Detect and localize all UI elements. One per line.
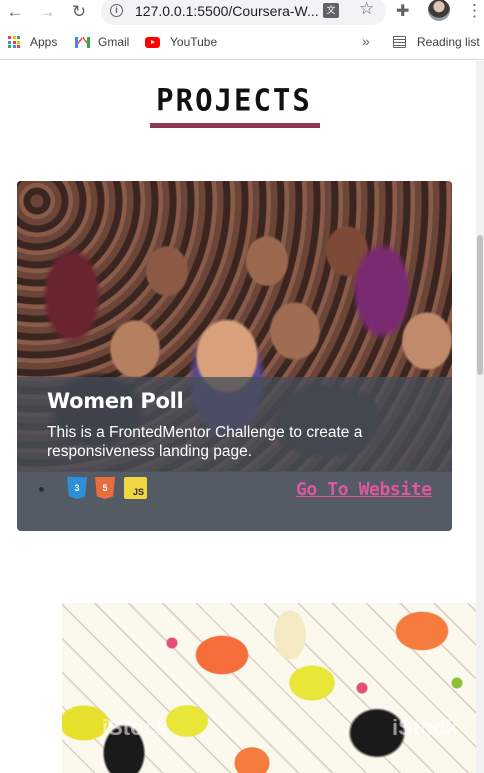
gmail-icon [75,36,90,48]
section-title: PROJECTS [156,82,312,118]
url-text[interactable]: 127.0.0.1:5500/Coursera-W... [135,3,319,19]
watermark: iStock [392,715,459,740]
bookmark-gmail[interactable]: Gmail [75,35,129,49]
menu-icon[interactable]: ⋮ [466,1,483,21]
address-bar[interactable]: i 127.0.0.1:5500/Coursera-W... 文 ☆ [101,0,386,25]
translate-icon[interactable]: 文 [323,3,339,18]
bookmark-star-icon[interactable]: ☆ [359,0,374,19]
extensions-icon[interactable]: ✚ [396,1,409,21]
reading-list-label: Reading list [417,35,480,49]
html5-icon: 5 [95,477,115,499]
bookmarks-bar: Apps Gmail YouTube » Reading list [0,28,484,60]
title-underline [150,123,320,128]
scrollbar[interactable] [476,61,484,773]
reading-list-button[interactable]: Reading list [393,35,480,49]
go-to-website-link[interactable]: Go To Website [296,479,432,500]
bookmark-label: YouTube [170,35,218,49]
list-bullet [39,487,44,492]
project-description: This is a FrontedMentor Challenge to cre… [47,424,363,460]
bookmark-label: Gmail [98,35,130,49]
bookmark-apps[interactable]: Apps [8,35,57,49]
browser-toolbar: ← → ↻ i 127.0.0.1:5500/Coursera-W... 文 ☆… [0,0,484,26]
js-icon: JS [124,477,147,499]
apps-icon [8,36,20,48]
watermark: iStock [102,715,169,740]
more-bookmarks-chevron-icon[interactable]: » [362,33,370,49]
page-content: PROJECTS Women Poll This is a FrontedMen… [0,61,484,773]
css3-icon: 3 [67,477,87,499]
forward-icon[interactable]: → [34,0,60,24]
project-name: Women Poll [47,389,184,413]
profile-avatar[interactable] [428,0,450,21]
project-photo-2: iStock iStock [62,603,476,773]
back-icon[interactable]: ← [2,0,28,24]
scrollbar-thumb[interactable] [477,235,483,375]
youtube-icon [145,36,160,48]
reload-icon[interactable]: ↻ [66,0,92,24]
project-card: Women Poll This is a FrontedMentor Chall… [17,181,452,531]
bookmark-label: Apps [30,35,58,49]
bookmark-youtube[interactable]: YouTube [145,35,217,49]
reading-list-icon [393,36,406,48]
site-info-icon[interactable]: i [110,4,123,17]
